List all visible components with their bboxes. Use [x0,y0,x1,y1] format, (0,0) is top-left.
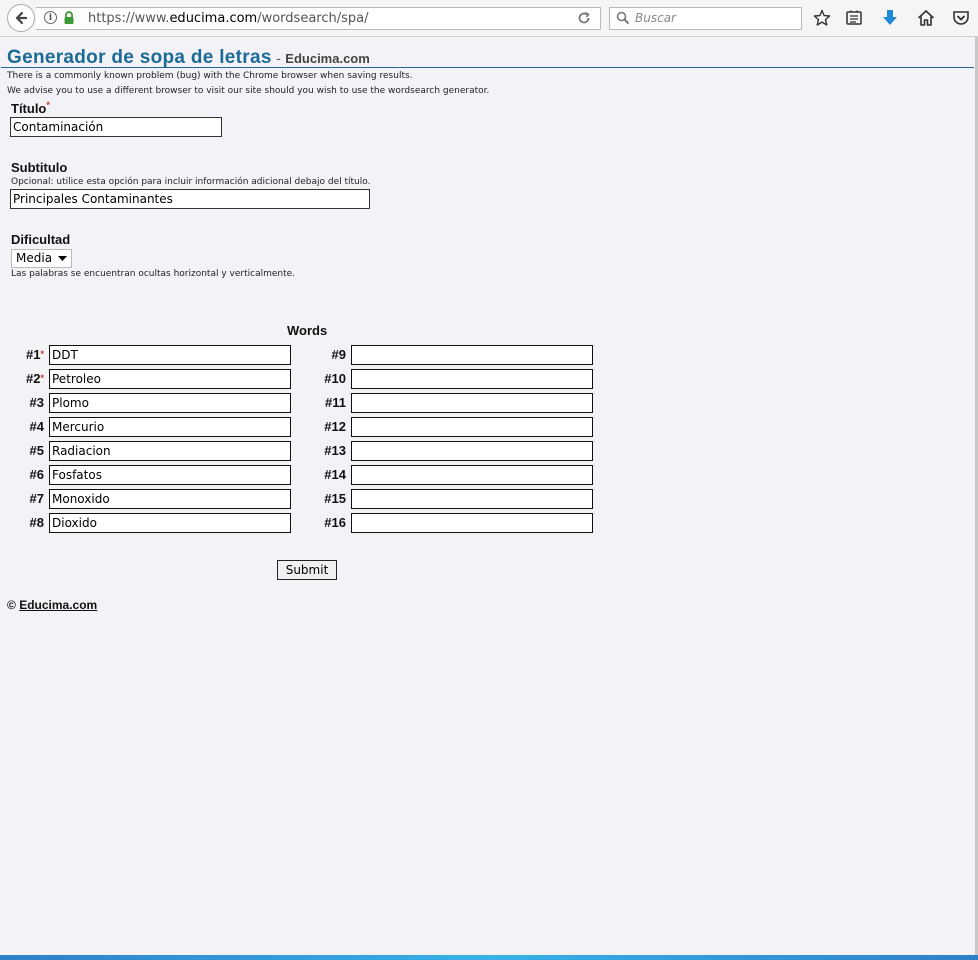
required-mark: * [40,373,44,383]
word-number-label: #9 [331,347,346,362]
taskbar-edge [0,955,978,960]
word-input[interactable]: Petroleo [49,369,291,389]
word-number-label: #1* [26,347,44,362]
word-number-label: #11 [325,395,346,410]
word-input[interactable] [351,465,593,485]
word-input[interactable]: Dioxido [49,513,291,533]
word-number-label: #10 [324,371,346,386]
search-bar[interactable]: Buscar [609,7,802,30]
word-number-label: #13 [324,443,346,458]
pocket-icon[interactable] [952,9,970,27]
url-text[interactable]: https://www.educima.com/wordsearch/spa/ [88,11,369,26]
footer: © Educima.com [7,598,97,612]
word-number-label: #12 [324,419,346,434]
word-input[interactable] [351,345,593,365]
word-number-label: #4 [29,419,44,434]
page-title: Generador de sopa de letras [7,47,272,68]
home-icon[interactable] [917,9,935,27]
title-input[interactable]: Contaminación [10,117,222,137]
difficulty-hint: Las palabras se encuentran ocultas horiz… [11,269,296,279]
difficulty-selected-value: Media [16,251,53,265]
word-number-label: #7 [29,491,44,506]
word-number-label: #3 [29,395,44,410]
reload-icon[interactable] [576,10,592,26]
word-input[interactable] [351,393,593,413]
word-number-label: #2* [26,371,44,386]
page-content: Generador de sopa de letras - Educima.co… [1,37,974,955]
copyright-symbol: © [7,598,16,612]
word-number-label: #15 [324,491,346,506]
chevron-down-icon [58,256,67,261]
footer-link[interactable]: Educima.com [19,598,97,612]
word-input[interactable]: Mercurio [49,417,291,437]
word-input[interactable]: Plomo [49,393,291,413]
subtitle-input[interactable]: Principales Contaminantes [10,189,370,209]
word-input[interactable] [351,441,593,461]
required-mark: * [40,349,44,359]
subtitle-hint: Opcional: utilice esta opción para inclu… [11,177,371,187]
search-placeholder: Buscar [635,11,676,25]
word-number-label: #16 [324,515,346,530]
word-number-label: #14 [324,467,346,482]
url-bar[interactable]: i https://www.educima.com/wordsearch/spa… [36,7,601,30]
word-input[interactable]: Radiacion [49,441,291,461]
word-number-label: #5 [29,443,44,458]
words-heading: Words [287,323,328,338]
word-input[interactable] [351,417,593,437]
browser-advice-notice: We advise you to use a different browser… [7,86,490,96]
difficulty-select[interactable]: Media [11,249,72,268]
word-input[interactable]: Monoxido [49,489,291,509]
search-icon [616,11,630,25]
chrome-bug-notice: There is a commonly known problem (bug) … [7,71,413,81]
word-number-label: #8 [29,515,44,530]
browser-toolbar: i https://www.educima.com/wordsearch/spa… [0,0,978,37]
word-input[interactable] [351,513,593,533]
back-button[interactable] [7,4,35,32]
back-arrow-icon [15,11,28,25]
subtitle-label: Subtitulo [11,160,68,175]
word-input[interactable]: DDT [49,345,291,365]
word-input[interactable] [351,369,593,389]
word-input[interactable]: Fosfatos [49,465,291,485]
reading-list-icon[interactable] [845,9,863,27]
download-icon[interactable] [881,9,899,27]
title-separator: - [276,50,281,66]
bookmark-star-icon[interactable] [813,9,831,27]
required-mark: * [46,100,50,110]
submit-button[interactable]: Submit [277,560,337,580]
header-divider [1,67,974,68]
page-header: Generador de sopa de letras - Educima.co… [7,47,370,69]
word-input[interactable] [351,489,593,509]
lock-icon[interactable] [63,11,75,25]
info-icon[interactable]: i [44,11,57,24]
difficulty-label: Dificultad [11,232,71,247]
word-number-label: #6 [29,467,44,482]
site-name: Educima.com [285,51,370,66]
title-label: Título* [11,100,50,116]
